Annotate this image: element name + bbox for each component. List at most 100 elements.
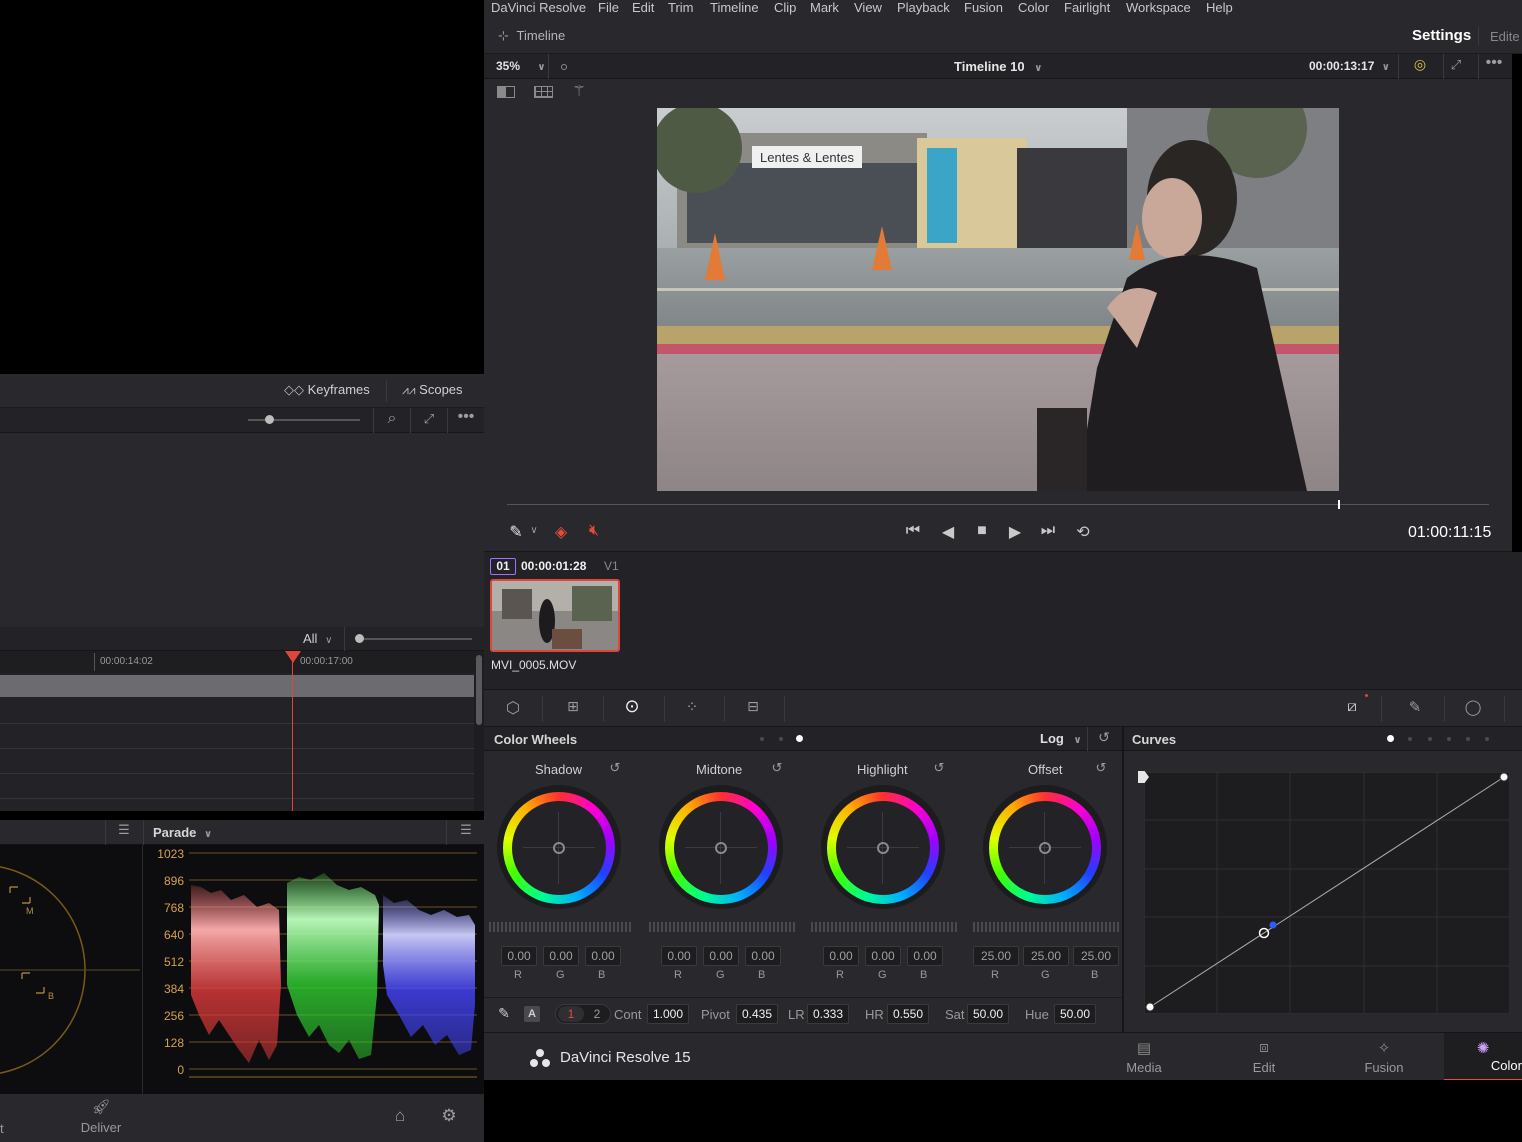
track-row-selected[interactable] <box>0 675 474 697</box>
midtone-r-value[interactable]: 0.00 <box>661 946 697 966</box>
zoom-dropdown[interactable]: 35% ∨ <box>496 59 546 73</box>
expand-icon[interactable]: ⤢ <box>420 411 438 427</box>
nav-edit[interactable]: ⧈ Edit <box>1204 1033 1324 1081</box>
page-dot[interactable] <box>1466 737 1470 741</box>
curve-point-white[interactable] <box>1499 772 1509 782</box>
menu-workspace[interactable]: Workspace <box>1126 0 1191 15</box>
timecode-dropdown[interactable]: 00:00:13:17 ∨ <box>1309 59 1390 73</box>
page-dot[interactable] <box>760 737 764 741</box>
menu-fusion[interactable]: Fusion <box>964 0 1003 15</box>
gear-icon[interactable]: ⚙ <box>438 1106 460 1126</box>
menu-app[interactable]: DaVinci Resolve <box>491 0 586 15</box>
scrollbar-thumb[interactable] <box>476 655 482 725</box>
menu-trim[interactable]: Trim <box>668 0 694 15</box>
highlight-g-value[interactable]: 0.00 <box>865 946 901 966</box>
truncated-nav-label[interactable]: t <box>0 1121 4 1136</box>
more-options-icon[interactable]: ••• <box>1482 54 1506 72</box>
reset-icon[interactable]: ↺ <box>607 760 623 776</box>
auto-color-button[interactable]: A <box>524 1006 540 1022</box>
curve-point-selected[interactable] <box>1269 921 1277 929</box>
timecode-ruler[interactable]: 00:00:14:02 00:00:17:00 <box>0 651 474 673</box>
master-wheel-jog[interactable] <box>489 922 633 932</box>
param-value-hue[interactable]: 50.00 <box>1054 1004 1096 1024</box>
shadow-b-value[interactable]: 0.00 <box>585 946 621 966</box>
settings-button[interactable]: Settings <box>1412 27 1471 44</box>
split-screen-icon[interactable] <box>497 86 515 98</box>
param-value-lr[interactable]: 0.333 <box>807 1004 849 1024</box>
camera-raw-icon[interactable]: ⬡ <box>500 698 526 718</box>
midtone-b-value[interactable]: 0.00 <box>745 946 781 966</box>
wheel-puck[interactable] <box>715 842 727 854</box>
zoom-slider-handle[interactable] <box>265 415 274 424</box>
more-options-icon[interactable]: ••• <box>455 408 477 426</box>
master-wheel-jog[interactable] <box>649 922 795 932</box>
color-wheel-shadow[interactable] <box>503 792 615 904</box>
page-dot[interactable] <box>1485 737 1489 741</box>
color-wheel-offset[interactable] <box>989 792 1101 904</box>
menu-clip[interactable]: Clip <box>774 0 796 15</box>
scope-settings-icon-2[interactable]: ☰ <box>456 822 476 838</box>
page-dot[interactable] <box>1447 737 1451 741</box>
nav-color[interactable]: ✺ Color <box>1444 1033 1522 1081</box>
page-dot-active[interactable] <box>796 735 803 742</box>
shadow-g-value[interactable]: 0.00 <box>543 946 579 966</box>
grid-view-icon[interactable] <box>534 86 553 98</box>
search-icon[interactable]: ⌕ <box>382 410 402 428</box>
timeline-name-dropdown[interactable]: Timeline 10 ∨ <box>954 59 1042 74</box>
mode-dropdown[interactable]: Log ∨ <box>1040 731 1082 746</box>
stop-icon[interactable]: ■ <box>971 522 993 540</box>
scope-settings-icon[interactable]: ☰ <box>114 822 134 838</box>
menu-playback[interactable]: Playback <box>897 0 950 15</box>
mute-icon[interactable]: 🔇︎ <box>583 522 605 540</box>
menu-edit[interactable]: Edit <box>632 0 654 15</box>
param-value-cont[interactable]: 1.000 <box>647 1004 689 1024</box>
layers-icon[interactable]: ◈ <box>551 522 571 542</box>
color-wheel-highlight[interactable] <box>827 792 939 904</box>
expand-icon[interactable]: ⤢ <box>1446 57 1466 73</box>
menu-mark[interactable]: Mark <box>810 0 839 15</box>
eyedropper-icon[interactable]: ✎ <box>506 522 526 542</box>
menu-file[interactable]: File <box>598 0 619 15</box>
param-value-pivot[interactable]: 0.435 <box>736 1004 778 1024</box>
param-value-sat[interactable]: 50.00 <box>967 1004 1009 1024</box>
curves-graph[interactable] <box>1144 772 1510 1014</box>
menu-fairlight[interactable]: Fairlight <box>1064 0 1110 15</box>
midtone-g-value[interactable]: 0.00 <box>703 946 739 966</box>
color-wheels-tab-icon[interactable]: ⊙ <box>619 696 645 717</box>
filter-dropdown[interactable]: All ∨ <box>303 631 332 646</box>
reset-icon[interactable]: ↺ <box>1094 729 1114 746</box>
master-wheel-jog[interactable] <box>811 922 957 932</box>
timeline-zoom-handle[interactable] <box>355 634 364 643</box>
page-2-button[interactable]: 2 <box>584 1006 610 1022</box>
curves-tab-icon[interactable]: ⧄ <box>1339 698 1365 715</box>
page-dot[interactable] <box>1428 737 1432 741</box>
rgb-mixer-icon[interactable]: ⁘ <box>679 698 705 716</box>
master-wheel-jog[interactable] <box>973 922 1119 932</box>
clip-thumbnail[interactable] <box>490 579 620 652</box>
reset-icon[interactable]: ↺ <box>1093 760 1109 776</box>
offset-r-value[interactable]: 25.00 <box>973 946 1019 966</box>
menu-view[interactable]: View <box>854 0 882 15</box>
timeline-zoom-slider[interactable] <box>358 638 472 640</box>
viewer-scrubber[interactable] <box>484 492 1512 512</box>
menu-help[interactable]: Help <box>1206 0 1233 15</box>
deliver-nav-item[interactable]: 🚀︎ Deliver <box>75 1098 127 1142</box>
playhead-marker[interactable] <box>285 651 301 663</box>
nav-fusion[interactable]: ✧ Fusion <box>1324 1033 1444 1081</box>
motion-effects-icon[interactable]: ⊟ <box>739 698 767 715</box>
step-back-icon[interactable]: ◀ <box>937 522 959 542</box>
scrub-handle[interactable] <box>1338 500 1340 509</box>
menu-timeline[interactable]: Timeline <box>710 0 759 15</box>
home-icon[interactable]: ⌂ <box>390 1106 410 1126</box>
offset-g-value[interactable]: 25.00 <box>1023 946 1069 966</box>
color-wheel-toggle-icon[interactable]: ◎ <box>1410 56 1430 73</box>
highlight-b-value[interactable]: 0.00 <box>907 946 943 966</box>
menu-color[interactable]: Color <box>1018 0 1049 15</box>
offset-b-value[interactable]: 25.00 <box>1073 946 1119 966</box>
wheel-puck[interactable] <box>877 842 889 854</box>
timeline-toggle[interactable]: ⊹ Timeline <box>498 28 565 44</box>
vertical-scrollbar[interactable] <box>474 651 484 811</box>
playhead-line[interactable] <box>292 657 293 811</box>
play-icon[interactable]: ▶ <box>1004 522 1026 542</box>
qualifier-eyedropper-icon[interactable]: ✎ <box>1402 698 1428 716</box>
